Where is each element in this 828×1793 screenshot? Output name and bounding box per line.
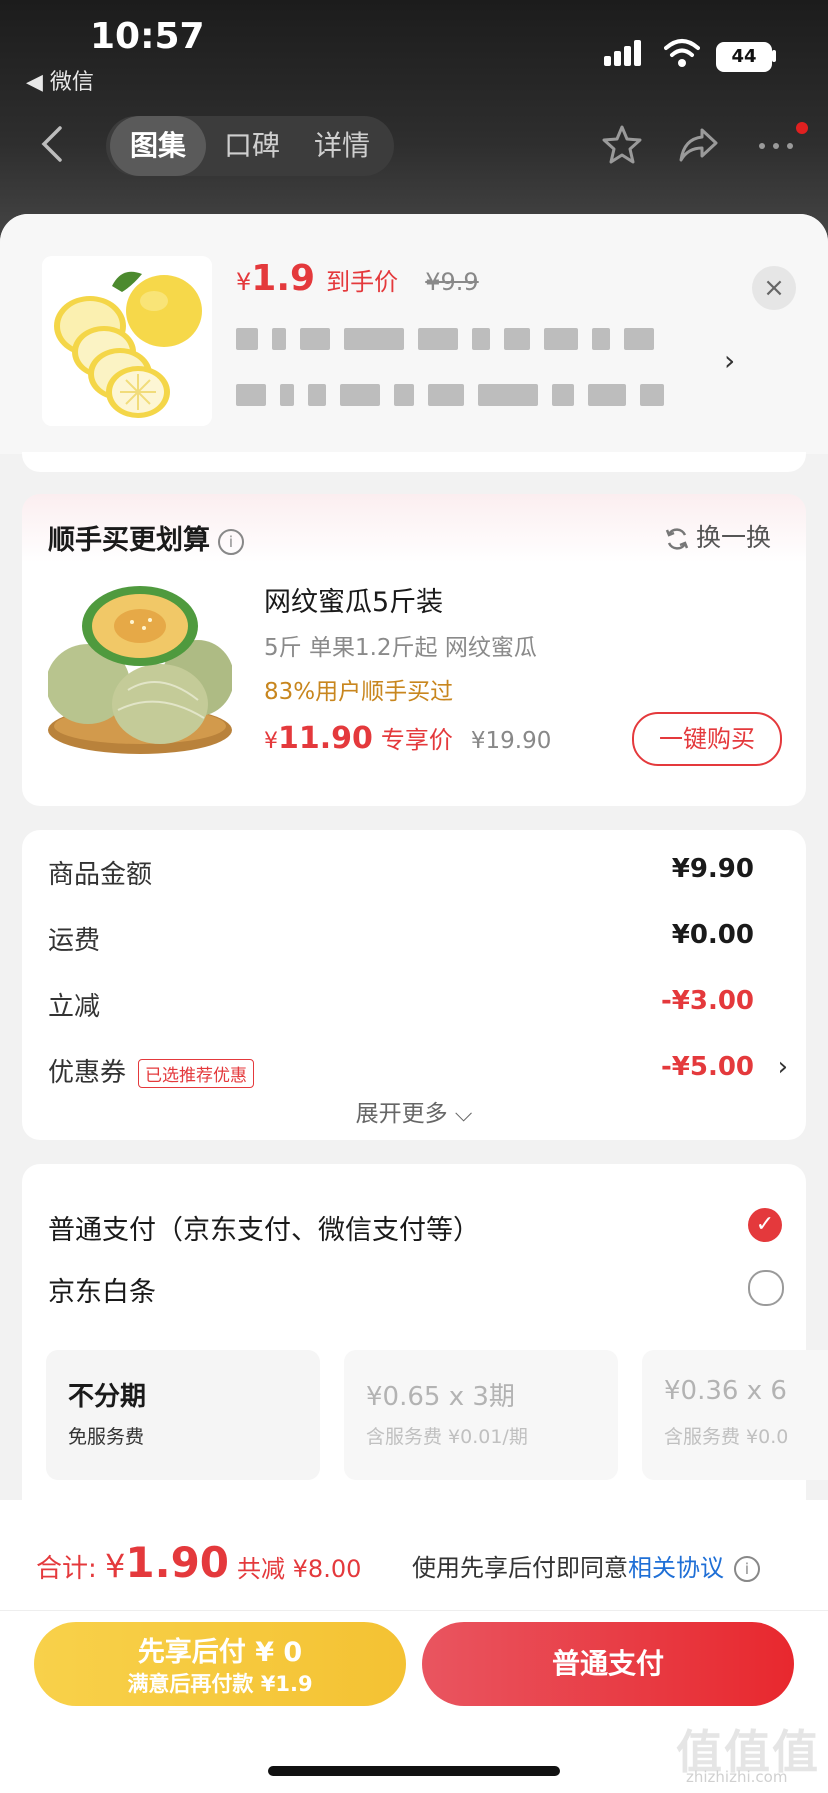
info-icon[interactable]: i bbox=[734, 1556, 760, 1582]
upsell-purchase-rate: 83%用户顺手买过 bbox=[264, 679, 454, 705]
installment-plan-none[interactable]: 不分期 免服务费 bbox=[46, 1350, 320, 1480]
chevron-right-icon[interactable]: › bbox=[778, 1052, 788, 1082]
normal-pay-button[interactable]: 普通支付 bbox=[422, 1622, 794, 1706]
tab-details[interactable]: 详情 bbox=[298, 116, 386, 176]
status-bar: 10:57 ◀ 微信 44 bbox=[0, 0, 828, 100]
notification-dot bbox=[796, 122, 808, 134]
upsell-price: ¥11.90 专享价 ¥19.90 bbox=[264, 721, 552, 756]
payment-option-baitiao[interactable]: 京东白条 bbox=[48, 1270, 156, 1309]
refresh-button[interactable]: 换一换 bbox=[664, 518, 771, 554]
product-thumbnail bbox=[42, 256, 212, 426]
product-price-row: ¥1.9 到手价 ¥9.9 bbox=[236, 258, 479, 302]
summary-row-shipping: 运费 ¥0.00 bbox=[48, 920, 754, 956]
agreement-link[interactable]: 相关协议 bbox=[628, 1554, 724, 1582]
more-icon[interactable] bbox=[754, 122, 798, 166]
share-icon[interactable] bbox=[676, 122, 720, 166]
home-indicator bbox=[268, 1766, 560, 1776]
summary-row-subtotal: 商品金额 ¥9.90 bbox=[48, 854, 754, 890]
summary-row-coupon[interactable]: 优惠券 已选推荐优惠 -¥5.00 › bbox=[48, 1052, 788, 1092]
bottom-checkout-bar: 合计: ¥1.90 共减 ¥8.00 使用先享后付即同意相关协议 i 先享后付 ¥ … bbox=[0, 1500, 828, 1793]
upsell-item-name[interactable]: 网纹蜜瓜5斤装 bbox=[264, 580, 443, 619]
watermark-url: zhizhizhi.com bbox=[686, 1768, 788, 1786]
tab-gallery[interactable]: 图集 bbox=[110, 116, 206, 176]
lemon-image bbox=[42, 256, 212, 426]
info-icon[interactable]: i bbox=[218, 528, 244, 555]
deal-price: ¥1.9 bbox=[236, 258, 316, 299]
product-subtitle-redacted bbox=[236, 384, 678, 410]
coupon-badge: 已选推荐优惠 bbox=[138, 1059, 255, 1088]
wifi-icon bbox=[664, 39, 700, 67]
clock: 10:57 bbox=[90, 16, 205, 57]
order-summary: 商品金额 ¥9.90 运费 ¥0.00 立减 -¥3.00 优惠券 已选推荐优惠 -¥5… bbox=[22, 830, 806, 1140]
product-card-edge bbox=[22, 452, 806, 472]
expand-more-button[interactable]: 展开更多 ⌵ bbox=[22, 1094, 806, 1128]
payment-option-normal[interactable]: 普通支付（京东支付、微信支付等） bbox=[48, 1208, 480, 1247]
pay-later-button[interactable]: 先享后付 ¥ 0 满意后再付款 ¥1.9 bbox=[34, 1622, 406, 1706]
upsell-card: 顺手买更划算 i 换一换 网纹蜜瓜5斤装 5斤 单果1.2斤起 网纹蜜瓜 83%… bbox=[22, 494, 806, 806]
battery-icon: 44 bbox=[716, 42, 772, 72]
back-to-wechat-link[interactable]: ◀ 微信 bbox=[26, 64, 94, 96]
star-icon[interactable] bbox=[600, 122, 644, 166]
unchecked-radio-icon[interactable] bbox=[748, 1270, 784, 1306]
order-total: 合计: ¥1.90 共减 ¥8.00 bbox=[36, 1538, 362, 1587]
one-click-buy-button[interactable]: 一键购买 bbox=[632, 712, 782, 766]
upsell-item-spec: 5斤 单果1.2斤起 网纹蜜瓜 bbox=[264, 635, 537, 661]
upsell-title: 顺手买更划算 i bbox=[48, 518, 244, 557]
installment-plan-3[interactable]: ¥0.65 x 3期 含服务费 ¥0.01/期 bbox=[344, 1350, 618, 1480]
refresh-icon bbox=[665, 528, 689, 550]
signal-icon bbox=[604, 40, 648, 66]
tab-reviews[interactable]: 口碑 bbox=[208, 116, 296, 176]
product-header: ¥1.9 到手价 ¥9.9 › × bbox=[0, 214, 828, 454]
summary-row-discount: 立减 -¥3.00 bbox=[48, 986, 754, 1022]
battery-tip bbox=[772, 50, 776, 62]
original-price: ¥9.9 bbox=[425, 268, 479, 296]
nav-tab-bar: 图集 口碑 详情 bbox=[106, 116, 394, 176]
back-arrow-icon[interactable] bbox=[36, 124, 68, 164]
installment-plan-6[interactable]: ¥0.36 x 6 含服务费 ¥0.0 bbox=[642, 1350, 828, 1480]
divider bbox=[0, 1610, 828, 1611]
chevron-right-icon[interactable]: › bbox=[724, 344, 735, 377]
product-title-redacted bbox=[236, 328, 668, 354]
close-icon[interactable]: × bbox=[752, 266, 796, 310]
melon-image bbox=[46, 580, 234, 756]
deal-price-label: 到手价 bbox=[326, 268, 399, 296]
agreement-text: 使用先享后付即同意相关协议 i bbox=[412, 1548, 760, 1583]
checked-radio-icon[interactable]: ✓ bbox=[748, 1208, 782, 1242]
